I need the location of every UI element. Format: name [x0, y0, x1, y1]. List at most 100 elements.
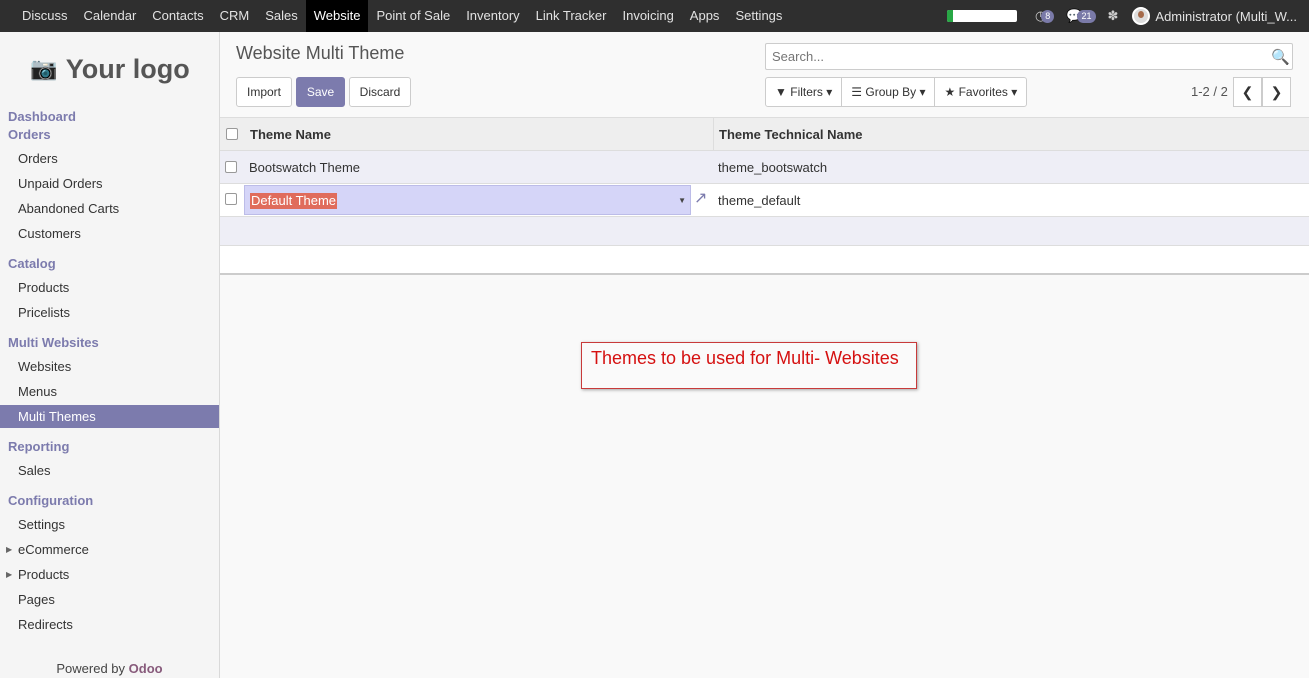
chevron-left-icon: ❮: [1241, 84, 1254, 100]
sidebar-item-abandoned-carts[interactable]: Abandoned Carts: [0, 197, 219, 220]
chevron-right-icon: ❯: [1270, 84, 1283, 100]
page-title: Website Multi Theme: [236, 43, 405, 63]
filters-dropdown[interactable]: ▼ Filters ▾: [766, 78, 843, 106]
logo-text: Your logo: [65, 53, 190, 84]
sidebar-item-customers[interactable]: Customers: [0, 222, 219, 245]
row-checkbox[interactable]: [225, 193, 237, 205]
search-options: ▼ Filters ▾ ☰ Group By ▾ ★ Favorites ▾: [765, 77, 1028, 107]
menu-calendar[interactable]: Calendar: [76, 0, 145, 32]
filters-label: Filters: [790, 85, 823, 99]
caret-right-icon: ▶: [6, 545, 13, 554]
star-icon: ★: [944, 85, 956, 99]
sidebar-item-unpaid-orders[interactable]: Unpaid Orders: [0, 172, 219, 195]
activity-menu[interactable]: ◷ 8: [1035, 8, 1055, 24]
menu-settings[interactable]: Settings: [727, 0, 790, 32]
sidebar-section-dashboard[interactable]: Dashboard: [8, 109, 76, 124]
top-navbar: Discuss Calendar Contacts CRM Sales Webs…: [0, 0, 1309, 32]
menu-contacts[interactable]: Contacts: [144, 0, 211, 32]
empty-row: [220, 246, 1309, 275]
powered-prefix: Powered by: [56, 661, 129, 676]
sidebar-item-settings[interactable]: Settings: [0, 513, 219, 536]
app-menu: Discuss Calendar Contacts CRM Sales Webs…: [0, 0, 790, 32]
user-name: Administrator (Multi_W...: [1155, 8, 1297, 24]
sidebar-item-sales[interactable]: Sales: [0, 459, 219, 482]
menu-link-tracker[interactable]: Link Tracker: [528, 0, 615, 32]
sidebar-section-multi-websites[interactable]: Multi Websites: [8, 335, 99, 350]
sidebar-section-orders[interactable]: Orders: [8, 127, 51, 142]
filter-icon: ▼: [775, 85, 787, 99]
camera-icon: 📷: [30, 56, 58, 81]
sidebar-item-multi-themes[interactable]: Multi Themes: [0, 405, 219, 428]
save-button[interactable]: Save: [296, 77, 345, 107]
sidebar-item-config-products[interactable]: ▶ Products: [0, 563, 219, 586]
menu-point-of-sale[interactable]: Point of Sale: [368, 0, 458, 32]
activity-badge: 8: [1041, 9, 1055, 23]
groupby-label: Group By: [865, 85, 917, 99]
menu-apps[interactable]: Apps: [682, 0, 728, 32]
row-checkbox[interactable]: [225, 161, 237, 173]
import-button[interactable]: Import: [236, 77, 292, 107]
column-divider: [713, 118, 714, 151]
sidebar: 📷 Your logo Dashboard Orders Orders Unpa…: [0, 32, 220, 678]
caret-down-icon[interactable]: ▼: [678, 186, 686, 216]
table-header: Theme Name Theme Technical Name: [220, 117, 1309, 151]
sidebar-item-menus[interactable]: Menus: [0, 380, 219, 403]
caret-right-icon: ▶: [6, 570, 13, 579]
message-badge: 21: [1077, 9, 1096, 23]
theme-name-selected: Default Theme: [250, 193, 338, 209]
technical-name-cell[interactable]: theme_bootswatch: [718, 151, 827, 184]
menu-invoicing[interactable]: Invoicing: [614, 0, 681, 32]
avatar: [1132, 7, 1151, 25]
annotation-callout: Themes to be used for Multi- Websites: [581, 342, 917, 389]
pager-next-button[interactable]: ❯: [1262, 77, 1291, 107]
theme-name-select[interactable]: Default Theme ▼: [244, 185, 691, 215]
groupby-dropdown[interactable]: ☰ Group By ▾: [842, 78, 936, 106]
table-row[interactable]: Bootswatch Theme theme_bootswatch: [220, 151, 1309, 184]
menu-sales[interactable]: Sales: [257, 0, 306, 32]
favorites-label: Favorites: [958, 85, 1008, 99]
bug-icon[interactable]: ✽: [1108, 8, 1119, 24]
empty-row: [220, 217, 1309, 246]
sidebar-section-configuration[interactable]: Configuration: [8, 493, 93, 508]
external-link-icon[interactable]: ↗: [694, 190, 712, 208]
sidebar-item-label: Products: [18, 567, 70, 582]
caret-down-icon: ▾: [826, 85, 833, 99]
powered-by: Powered by Odoo: [0, 661, 219, 676]
user-menu[interactable]: Administrator (Multi_W...: [1132, 7, 1297, 25]
sidebar-section-catalog[interactable]: Catalog: [8, 256, 56, 271]
menu-crm[interactable]: CRM: [212, 0, 258, 32]
sidebar-item-pricelists[interactable]: Pricelists: [0, 301, 219, 324]
table-row-editing[interactable]: Default Theme ▼ ↗ theme_default: [220, 184, 1309, 217]
search-input[interactable]: [765, 43, 1293, 70]
odoo-link[interactable]: Odoo: [129, 661, 163, 676]
pager-value[interactable]: 1-2 / 2: [1191, 84, 1228, 99]
sidebar-item-pages[interactable]: Pages: [0, 588, 219, 611]
sidebar-item-redirects[interactable]: Redirects: [0, 613, 219, 636]
messaging-menu[interactable]: 💬 21: [1066, 8, 1096, 24]
discard-button[interactable]: Discard: [349, 77, 411, 107]
sidebar-item-label: eCommerce: [18, 542, 89, 557]
progress-fill: [946, 10, 953, 22]
company-logo[interactable]: 📷 Your logo: [20, 44, 200, 94]
sidebar-section-reporting[interactable]: Reporting: [8, 439, 69, 454]
sidebar-item-ecommerce[interactable]: ▶ eCommerce: [0, 538, 219, 561]
progress-bar[interactable]: [946, 10, 1017, 22]
caret-down-icon: ▾: [1011, 85, 1018, 99]
menu-inventory[interactable]: Inventory: [458, 0, 527, 32]
pager-previous-button[interactable]: ❮: [1233, 77, 1262, 107]
sidebar-item-websites[interactable]: Websites: [0, 355, 219, 378]
menu-discuss[interactable]: Discuss: [14, 0, 76, 32]
technical-name-cell[interactable]: theme_default: [718, 184, 800, 217]
favorites-dropdown[interactable]: ★ Favorites ▾: [935, 78, 1026, 106]
systray: ◷ 8 💬 21 ✽ Administrator (Multi_W...: [946, 0, 1309, 32]
caret-down-icon: ▾: [919, 85, 926, 99]
search-icon[interactable]: 🔍: [1271, 48, 1290, 66]
column-header-theme-name[interactable]: Theme Name: [250, 118, 331, 151]
select-all-checkbox[interactable]: [226, 128, 238, 140]
list-icon: ☰: [851, 85, 863, 99]
sidebar-item-orders[interactable]: Orders: [0, 147, 219, 170]
column-header-technical-name[interactable]: Theme Technical Name: [719, 118, 863, 151]
menu-website[interactable]: Website: [305, 0, 369, 32]
theme-name-cell[interactable]: Bootswatch Theme: [249, 151, 360, 184]
sidebar-item-products[interactable]: Products: [0, 276, 219, 299]
